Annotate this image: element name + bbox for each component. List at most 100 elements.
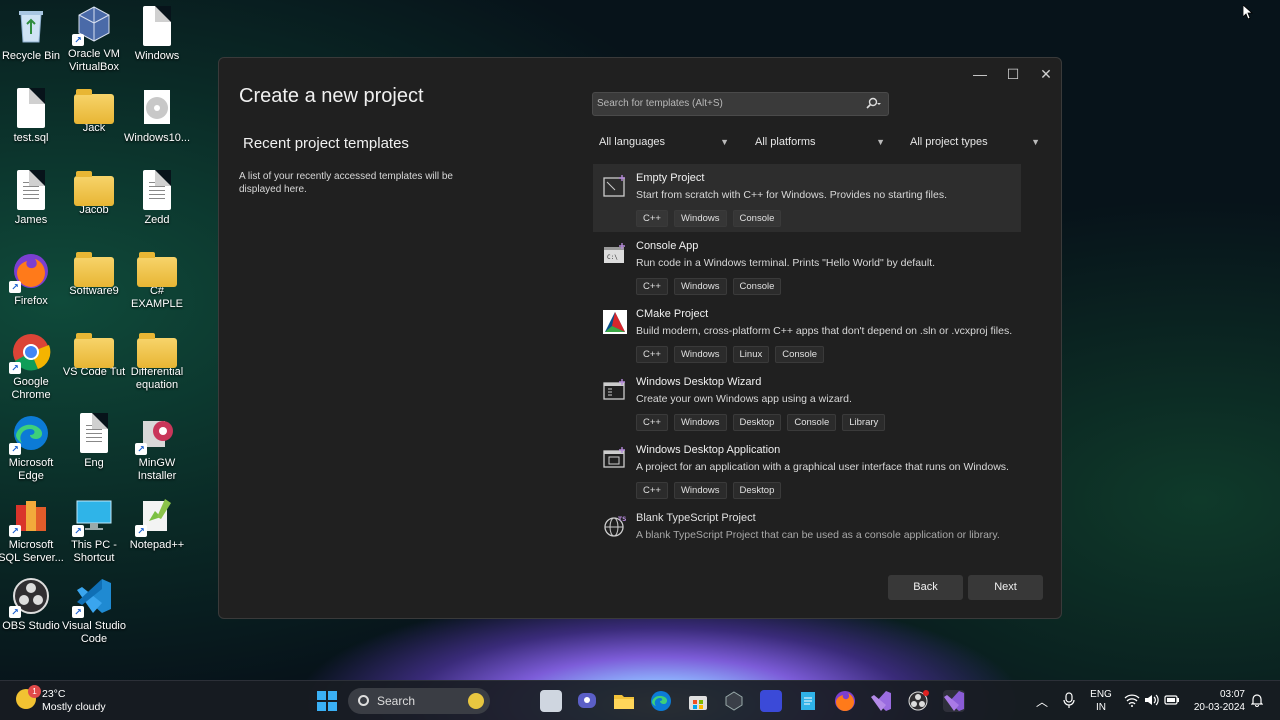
platform-filter-dropdown[interactable]: All platforms ▼ xyxy=(755,132,885,152)
volume-icon[interactable] xyxy=(1144,693,1160,710)
template-name: CMake Project xyxy=(636,308,709,320)
template-tag: Desktop xyxy=(732,414,782,431)
desktop-icon-software9[interactable]: Software9 xyxy=(61,251,127,298)
template-tag: Console xyxy=(732,210,782,227)
battery-icon[interactable] xyxy=(1164,694,1180,709)
console-app-icon: C:\ xyxy=(603,242,627,266)
firefox-taskbar-icon[interactable] xyxy=(834,690,856,712)
taskbar-search[interactable]: Search xyxy=(348,688,490,714)
desktop-icon-label: Recycle Bin xyxy=(1,50,61,62)
start-button[interactable] xyxy=(316,690,338,712)
template-description: Create your own Windows app using a wiza… xyxy=(636,393,852,405)
cmake-icon xyxy=(603,310,627,334)
sql-server-icon: ↗ xyxy=(9,495,51,537)
desktop-icon-eng[interactable]: Eng xyxy=(61,413,127,470)
template-tag: Console xyxy=(732,278,782,295)
desktop-icon-mingw-installer[interactable]: ↗ MinGW Installer xyxy=(124,413,190,483)
svg-text:TS: TS xyxy=(618,516,626,523)
taskbar: 1 23°C Mostly cloudy Search ︿ ENG IN 03:… xyxy=(0,680,1280,720)
back-button[interactable]: Back xyxy=(888,575,963,600)
template-item-blank-typescript-project[interactable]: TS Blank TypeScript Project A blank Type… xyxy=(593,504,1021,548)
desktop-icon-label: MinGW Installer xyxy=(137,457,177,482)
desktop-icon-csharp-example[interactable]: C# EXAMPLE xyxy=(124,251,190,311)
store-icon[interactable] xyxy=(687,690,709,712)
desktop-icon-notepad-plus-plus[interactable]: ↗ Notepad++ xyxy=(124,495,190,552)
recent-templates-heading: Recent project templates xyxy=(243,135,409,152)
desktop-icon-jacob[interactable]: Jacob xyxy=(61,170,127,217)
template-item-windows-desktop-application[interactable]: Windows Desktop Application A project fo… xyxy=(593,436,1021,504)
folder-icon xyxy=(137,252,177,287)
desktop-icon-windows10[interactable]: Windows10... xyxy=(124,88,190,145)
desktop-icon-windows[interactable]: Windows xyxy=(124,6,190,63)
template-description: Start from scratch with C++ for Windows.… xyxy=(636,189,948,201)
visual-studio-taskbar-icon[interactable] xyxy=(870,690,892,712)
close-button[interactable]: ✕ xyxy=(1029,62,1063,86)
desktop-icon-james[interactable]: James xyxy=(0,170,64,227)
desktop-icon-label: This PC - Shortcut xyxy=(71,539,117,564)
obs-taskbar-icon[interactable] xyxy=(907,690,929,712)
desktop-icon-this-pc[interactable]: ↗ This PC - Shortcut xyxy=(61,495,127,565)
template-search-input[interactable]: Search for templates (Alt+S) xyxy=(592,92,889,116)
template-item-cmake-project[interactable]: CMake Project Build modern, cross-platfo… xyxy=(593,300,1021,368)
language-indicator[interactable]: ENG IN xyxy=(1090,688,1112,714)
template-tag: Windows xyxy=(673,346,727,363)
template-tag: Console xyxy=(787,414,837,431)
folder-icon xyxy=(74,333,114,368)
microphone-icon[interactable] xyxy=(1063,692,1075,711)
desktop-icon-vs-code-tut[interactable]: VS Code Tut xyxy=(61,332,127,379)
desktop-icon-obs-studio[interactable]: ↗ OBS Studio xyxy=(0,576,64,633)
template-name: Windows Desktop Application xyxy=(636,444,781,456)
desktop-icon-differential-equation[interactable]: Differential equation xyxy=(124,332,190,392)
project-type-filter-value: All project types xyxy=(910,136,988,148)
language-filter-value: All languages xyxy=(599,136,666,148)
notification-bell-icon[interactable] xyxy=(1250,693,1264,710)
teams-icon[interactable] xyxy=(576,690,598,712)
show-hidden-icons-chevron[interactable]: ︿ xyxy=(1036,693,1048,710)
desktop-icon-virtualbox[interactable]: ↗ Oracle VM VirtualBox xyxy=(61,4,127,74)
template-item-empty-project[interactable]: Empty Project Start from scratch with C+… xyxy=(593,164,1021,232)
template-name: Blank TypeScript Project xyxy=(636,512,756,524)
desktop-icon-firefox[interactable]: ↗ Firefox xyxy=(0,251,64,308)
desktop-icon-google-chrome[interactable]: ↗ Google Chrome xyxy=(0,332,64,402)
desktop-icon-label: Windows xyxy=(134,50,180,62)
maximize-button[interactable]: ☐ xyxy=(996,62,1030,86)
wifi-icon[interactable] xyxy=(1124,693,1140,710)
desktop-icon-label: test.sql xyxy=(13,132,49,144)
folder-icon xyxy=(74,252,114,287)
language-line-2: IN xyxy=(1096,702,1106,713)
desktop-icon-zedd[interactable]: Zedd xyxy=(124,170,190,227)
file-explorer-icon[interactable] xyxy=(613,690,635,712)
task-view-icon[interactable] xyxy=(540,690,562,712)
template-item-console-app[interactable]: C:\ Console App Run code in a Windows te… xyxy=(593,232,1021,300)
create-project-dialog: — ☐ ✕ Create a new project Recent projec… xyxy=(218,57,1062,619)
edge-taskbar-icon[interactable] xyxy=(650,690,672,712)
minimize-button[interactable]: — xyxy=(963,62,997,86)
search-icon[interactable] xyxy=(866,97,882,111)
template-tag: C++ xyxy=(636,278,668,295)
visual-studio-active-icon[interactable] xyxy=(943,690,965,712)
desktop-icon-microsoft-edge[interactable]: ↗ Microsoft Edge xyxy=(0,413,64,483)
desktop-icon-recycle-bin[interactable]: Recycle Bin xyxy=(0,6,64,63)
desktop-icon-sql-server[interactable]: ↗ Microsoft SQL Server... xyxy=(0,495,64,565)
desktop-icon-test-sql[interactable]: test.sql xyxy=(0,88,64,145)
language-filter-dropdown[interactable]: All languages ▼ xyxy=(599,132,729,152)
desktop-icon-vscode[interactable]: ↗ Visual Studio Code xyxy=(61,576,127,646)
template-description: Run code in a Windows terminal. Prints "… xyxy=(636,257,936,269)
template-tag: C++ xyxy=(636,414,668,431)
page-title: Create a new project xyxy=(239,85,424,107)
template-item-windows-desktop-wizard[interactable]: Windows Desktop Wizard Create your own W… xyxy=(593,368,1021,436)
desktop-icon-label: Oracle VM VirtualBox xyxy=(68,48,120,73)
project-type-filter-dropdown[interactable]: All project types ▼ xyxy=(910,132,1040,152)
app-icon[interactable] xyxy=(723,690,745,712)
notepad-taskbar-icon[interactable] xyxy=(797,690,819,712)
desktop-icon-label: C# EXAMPLE xyxy=(131,285,183,310)
desktop-icon-label: Visual Studio Code xyxy=(61,620,126,645)
desktop-icon-jack[interactable]: Jack xyxy=(61,88,127,135)
desktop-icon-label: Differential equation xyxy=(130,366,184,391)
svg-text:C:\: C:\ xyxy=(607,254,618,261)
clock[interactable]: 03:07 20-03-2024 xyxy=(1189,688,1245,714)
next-button[interactable]: Next xyxy=(968,575,1043,600)
vscode-icon: ↗ xyxy=(72,576,114,618)
template-tag: Console xyxy=(775,346,825,363)
app-icon[interactable] xyxy=(760,690,782,712)
